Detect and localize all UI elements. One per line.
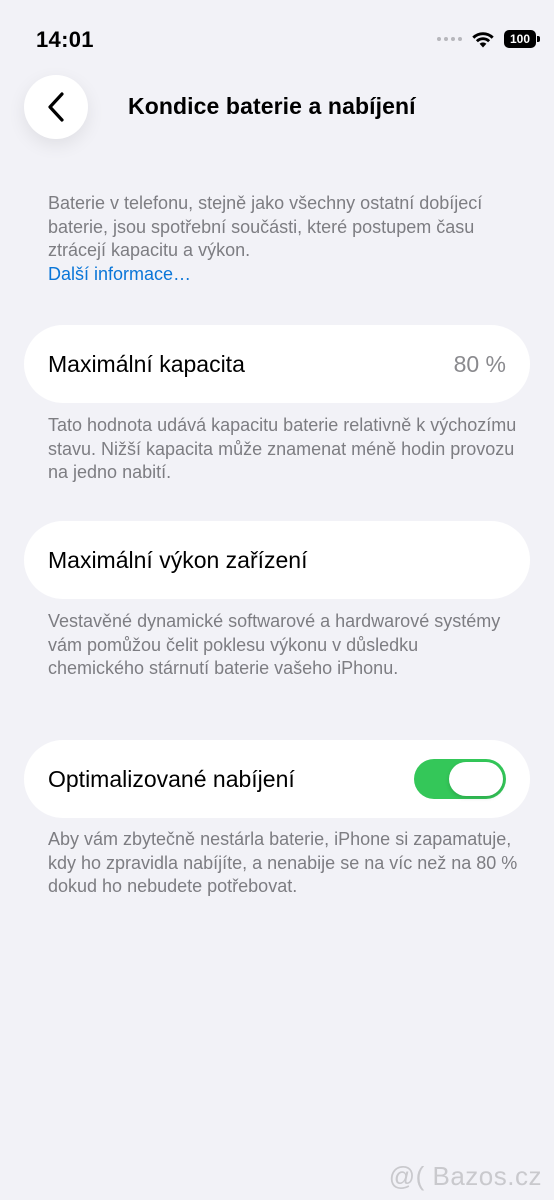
optimized-charging-row: Optimalizované nabíjení bbox=[24, 740, 530, 818]
back-button[interactable] bbox=[24, 75, 88, 139]
intro-description: Baterie v telefonu, stejně jako všechny … bbox=[48, 192, 518, 286]
peak-performance-label: Maximální výkon zařízení bbox=[48, 546, 308, 573]
charging-note: Aby vám zbytečně nestárla baterie, iPhon… bbox=[48, 829, 518, 896]
more-info-link[interactable]: Další informace… bbox=[48, 263, 518, 287]
chevron-left-icon bbox=[48, 92, 64, 122]
peak-performance-row[interactable]: Maximální výkon zařízení bbox=[24, 521, 530, 599]
max-capacity-value: 80 % bbox=[453, 350, 506, 377]
capacity-note: Tato hodnota udává kapacitu baterie rela… bbox=[48, 415, 517, 482]
max-capacity-row: Maximální kapacita 80 % bbox=[24, 325, 530, 403]
battery-health-screen: 14:01 100 Kondice baterie a nabíjení Bat… bbox=[0, 0, 554, 1200]
max-capacity-label: Maximální kapacita bbox=[48, 350, 245, 377]
intro-text: Baterie v telefonu, stejně jako všechny … bbox=[48, 193, 483, 260]
toggle-knob bbox=[449, 762, 503, 796]
watermark-logo: @( Bazos.cz bbox=[388, 1161, 542, 1191]
page-title: Kondice baterie a nabíjení bbox=[128, 93, 416, 119]
signal-dots-icon bbox=[437, 37, 462, 41]
status-indicators: 100 bbox=[437, 30, 540, 48]
battery-icon: 100 bbox=[504, 30, 540, 48]
optimized-charging-label: Optimalizované nabíjení bbox=[48, 765, 295, 792]
optimized-charging-toggle[interactable] bbox=[414, 759, 506, 799]
status-time: 14:01 bbox=[36, 27, 94, 52]
performance-note: Vestavěné dynamické softwarové a hardwar… bbox=[48, 611, 501, 678]
wifi-icon bbox=[472, 31, 494, 47]
